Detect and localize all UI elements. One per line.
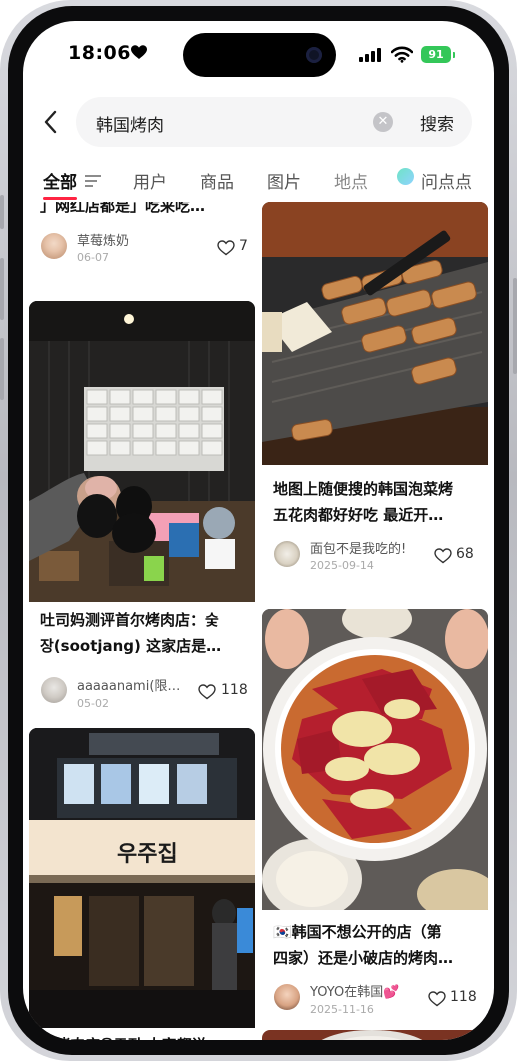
sticker-wall-photo: [29, 301, 255, 602]
active-tab-indicator: [43, 197, 77, 200]
heart-status-icon: [131, 45, 147, 59]
post-image[interactable]: [262, 609, 488, 910]
cellular-signal-icon: [359, 48, 381, 62]
tab-products[interactable]: 商品: [200, 168, 234, 193]
avatar[interactable]: [41, 677, 67, 703]
grill-photo: [262, 202, 488, 442]
battery-indicator: 91: [421, 46, 451, 63]
post-author[interactable]: aaaaanami(限…: [77, 675, 180, 694]
post-title-line: 장(sootjang) 这家店是…: [40, 637, 222, 655]
like-count[interactable]: 68: [456, 546, 474, 562]
post-title-line: 吐司妈测评首尔烤肉店：숯: [40, 611, 219, 629]
post-image[interactable]: 우주집: [29, 728, 255, 1028]
tab-ask[interactable]: 问点点: [421, 168, 472, 193]
back-arrow-icon[interactable]: [41, 109, 61, 135]
post-title-line: 🇰🇷韩国不想公开的店（第: [273, 923, 442, 941]
status-time: 18:06: [68, 42, 131, 64]
like-count[interactable]: 118: [450, 989, 477, 1005]
post-title-line: 地图上随便搜的韩国泡菜烤: [273, 480, 454, 498]
post-card[interactable]: 🇰🇷韩国不想公开的店（第 四家）还是小破店的烤肉… YOYO在韩国💕 2025-…: [262, 609, 488, 1024]
wifi-icon: [391, 46, 413, 63]
battery-level: 91: [428, 48, 444, 61]
post-image[interactable]: [262, 202, 488, 465]
post-title-line: 大烤肉店우주집 大家都说: [40, 1032, 207, 1040]
post-date: 06-07: [77, 251, 109, 264]
mute-switch: [0, 195, 4, 229]
like-count[interactable]: 7: [239, 238, 248, 254]
post-title: 地图上随便搜的韩国泡菜烤 五花肉都好好吃 最近开…: [273, 476, 453, 528]
beef-plate-photo: [262, 609, 488, 910]
screen: 18:06 91 韩国烤肉 ✕ 搜索 全部 用户 商品 图片 地点 问点点 」网…: [23, 21, 494, 1040]
storefront-photo: [29, 728, 255, 1028]
post-date: 2025-09-14: [310, 559, 374, 572]
post-card[interactable]: 吐司妈测评首尔烤肉店：숯 장(sootjang) 这家店是… aaaaanami…: [29, 301, 255, 719]
search-results-feed: 」网红店都是」吃来吃… 草莓炼奶 06-07 7 吐司妈测评首尔烤肉店：숯 장(…: [23, 202, 494, 1040]
power-button: [513, 278, 517, 374]
storefront-sign: 우주집: [117, 842, 178, 867]
post-author[interactable]: 草莓炼奶: [77, 230, 129, 249]
post-author[interactable]: YOYO在韩国💕: [310, 981, 399, 1000]
search-button[interactable]: 搜索: [420, 110, 454, 135]
avatar[interactable]: [274, 984, 300, 1010]
post-card[interactable]: 우주집 大烤肉店우주집 大家都说: [29, 728, 255, 1040]
post-title: 」网红店都是」吃来吃…: [40, 202, 206, 215]
post-card[interactable]: 地图上随便搜的韩国泡菜烤 五花肉都好好吃 最近开… 面包不是我吃的! 2025-…: [262, 202, 488, 602]
clear-search-icon[interactable]: ✕: [373, 112, 393, 132]
post-card[interactable]: 」网红店都是」吃来吃… 草莓炼奶 06-07 7: [29, 202, 255, 295]
like-icon[interactable]: [428, 991, 446, 1007]
post-image[interactable]: [262, 1030, 488, 1040]
post-title: 大烤肉店우주집 大家都说: [40, 1032, 207, 1040]
post-title-line: 四家）还是小破店的烤肉…: [273, 949, 454, 967]
post-title-line: 五花肉都好好吃 最近开…: [273, 506, 444, 524]
like-icon[interactable]: [434, 548, 452, 564]
category-tabs: 全部 用户 商品 图片 地点 问点点: [23, 163, 494, 203]
tab-images[interactable]: 图片: [267, 168, 301, 193]
post-date: 05-02: [77, 697, 109, 710]
ask-bubble-icon: [397, 168, 414, 185]
post-title: 🇰🇷韩国不想公开的店（第 四家）还是小破店的烤肉…: [273, 919, 453, 971]
volume-up-button: [0, 258, 4, 320]
front-camera: [306, 47, 322, 63]
like-count[interactable]: 118: [221, 682, 248, 698]
tab-users[interactable]: 用户: [133, 168, 167, 193]
post-card[interactable]: [262, 1030, 488, 1040]
like-icon[interactable]: [198, 684, 216, 700]
post-date: 2025-11-16: [310, 1003, 374, 1016]
avatar[interactable]: [41, 233, 67, 259]
avatar[interactable]: [274, 541, 300, 567]
tab-places[interactable]: 地点: [334, 168, 368, 193]
like-icon[interactable]: [217, 240, 235, 256]
search-bar[interactable]: 韩国烤肉 ✕ 搜索: [76, 97, 472, 147]
volume-down-button: [0, 338, 4, 400]
search-input[interactable]: 韩国烤肉: [96, 111, 164, 136]
filter-icon[interactable]: [85, 175, 101, 187]
post-author[interactable]: 面包不是我吃的!: [310, 538, 406, 557]
post-title: 吐司妈测评首尔烤肉店：숯 장(sootjang) 这家店是…: [40, 607, 221, 659]
post-image[interactable]: [29, 301, 255, 602]
tab-all[interactable]: 全部: [43, 168, 77, 193]
battery-tip: [453, 52, 455, 58]
